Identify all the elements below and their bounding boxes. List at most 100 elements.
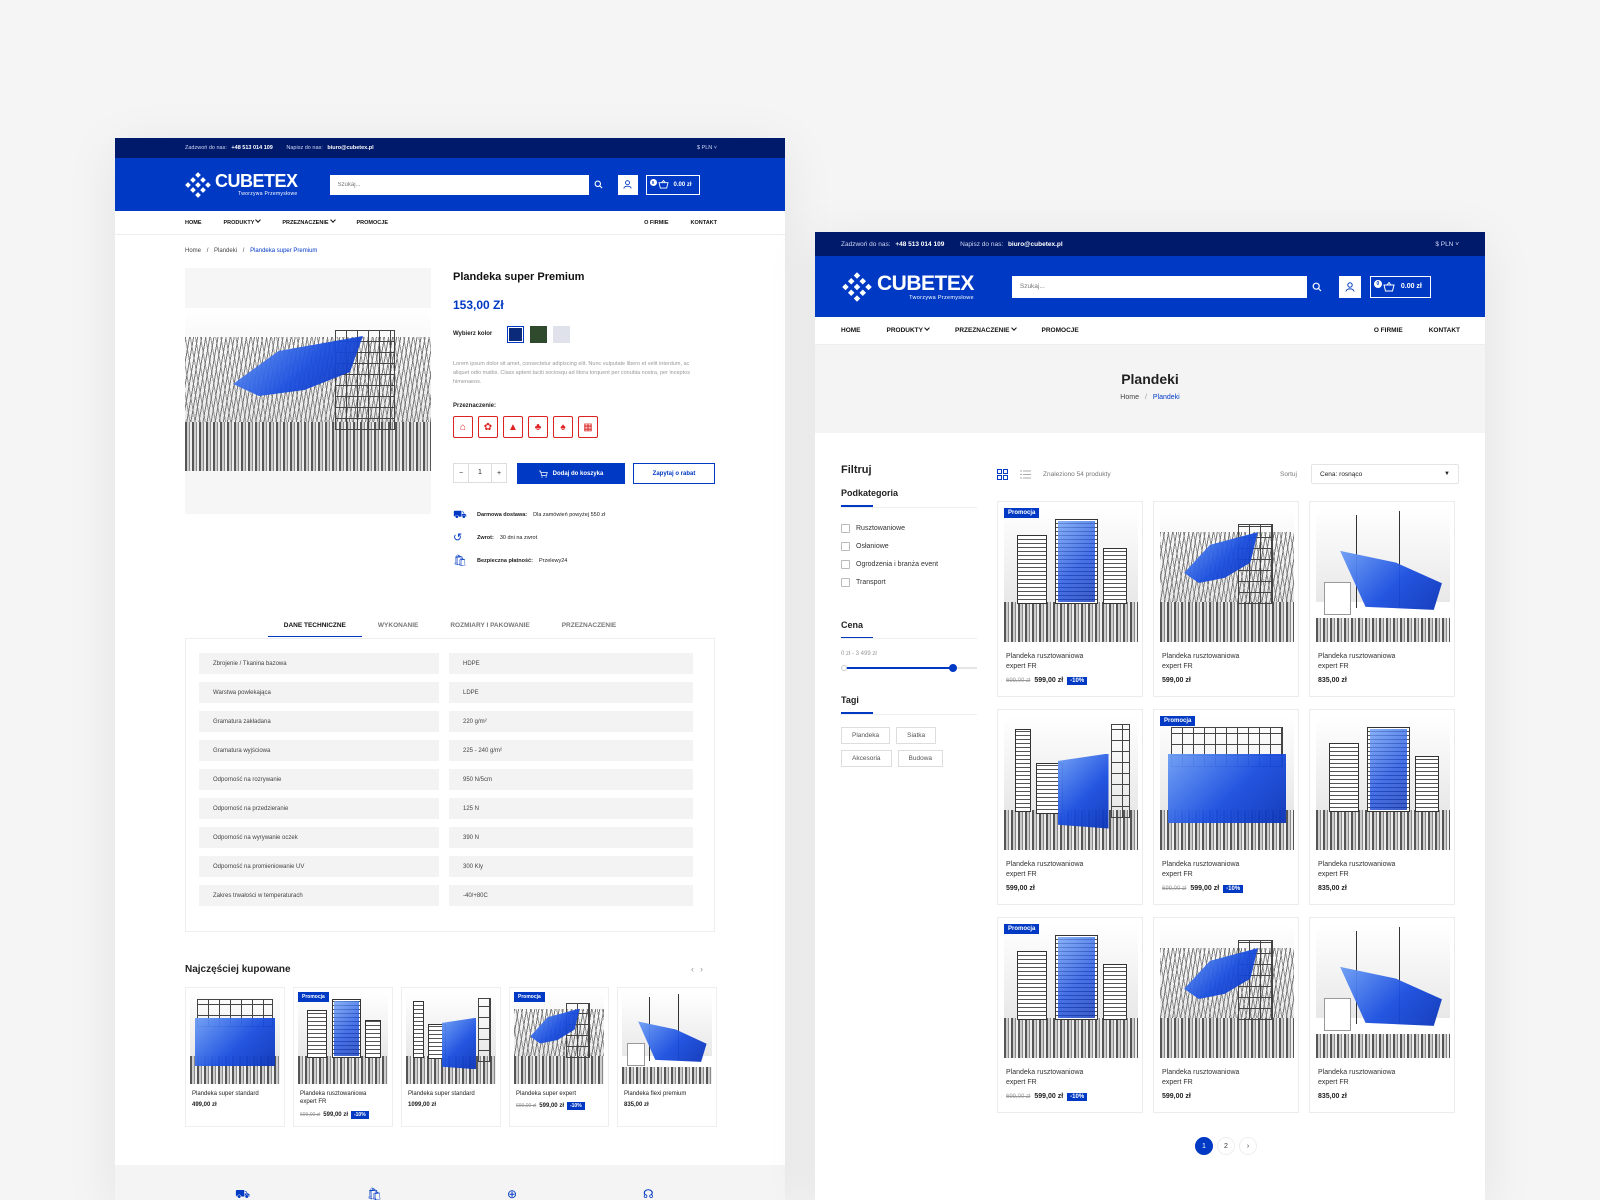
subcategory-item[interactable]: Transport [841, 574, 977, 592]
product-card[interactable]: Plandeka rusztowaniowa expert FR 835,00 z… [1309, 501, 1455, 697]
product-name[interactable]: Plandeka super standard [406, 1090, 480, 1098]
spec-row: Odporność na rozrywanie 950 N/5cm [199, 769, 701, 790]
product-card[interactable]: Promocja Plandeka rusztowaniowa expert FR… [997, 501, 1143, 697]
product-card[interactable]: Plandeka rusztowaniowa expert FR 599,00 z… [997, 709, 1143, 905]
swatch-navy[interactable] [507, 326, 524, 343]
breadcrumb-home[interactable]: Home [185, 248, 201, 254]
phone-link[interactable]: +48 513 014 109 [231, 145, 272, 151]
product-card[interactable]: Promocja Plandeka rusztowaniowa expert FR… [997, 917, 1143, 1113]
subcategory-item[interactable]: Osłaniowe [841, 538, 977, 556]
cart-button[interactable]: 0 0.00 zł [645, 174, 700, 195]
carousel-prev-icon[interactable]: ‹ [691, 964, 700, 974]
nav-home[interactable]: HOME [185, 220, 202, 226]
logo[interactable]: CUBETEX Tworzywa Przemysłowe [185, 171, 298, 198]
product-name[interactable]: Plandeka flexi premium [622, 1090, 696, 1098]
checkbox[interactable] [841, 560, 850, 569]
page-2-button[interactable]: 2 [1217, 1137, 1235, 1155]
product-name[interactable]: Plandeka rusztowaniowa expert FR [1004, 652, 1104, 672]
nav-contact[interactable]: KONTAKT [691, 220, 717, 226]
phone-link[interactable]: +48 513 014 109 [895, 241, 944, 248]
tag-siatka[interactable]: Siatka [896, 726, 937, 744]
qty-input[interactable]: 1 [468, 464, 492, 482]
checkbox[interactable] [841, 578, 850, 587]
email-link[interactable]: biuro@cubetex.pl [1008, 241, 1063, 248]
nav-promotions[interactable]: PROMOCJE [1042, 327, 1079, 334]
truck-icon: ⛟ [235, 1187, 251, 1200]
product-gallery[interactable] [185, 268, 431, 514]
ask-discount-button[interactable]: Zapytaj o rabat [633, 463, 715, 484]
nav-purpose[interactable]: PRZEZNACZENIE [955, 325, 1017, 334]
tab-technical-data[interactable]: DANE TECHNICZNE [267, 614, 363, 637]
cart-button[interactable]: 0 0.00 zł [1369, 275, 1431, 298]
logo[interactable]: CUBETEX Tworzywa Przemysłowe [842, 271, 974, 302]
breadcrumb-category[interactable]: Plandeki [214, 248, 237, 254]
bestseller-card[interactable]: Promocja Plandeka rusztowaniowa expert FR… [293, 987, 393, 1127]
nav-purpose[interactable]: PRZEZNACZENIE [282, 216, 336, 226]
price-slider-min-handle[interactable] [841, 665, 847, 671]
checkbox[interactable] [841, 542, 850, 551]
product-name[interactable]: Plandeka super expert [514, 1090, 588, 1098]
sort-select[interactable]: Cena: rosnąco ▼ [1311, 464, 1459, 484]
price-slider[interactable] [841, 661, 977, 675]
grid-view-icon[interactable] [997, 468, 1008, 480]
product-name[interactable]: Plandeka rusztowaniowa expert FR [1004, 1068, 1104, 1088]
swatch-green[interactable] [530, 326, 547, 343]
product-name[interactable]: Plandeka rusztowaniowa expert FR [1316, 860, 1416, 880]
product-name[interactable]: Plandeka rusztowaniowa expert FR [1316, 1068, 1416, 1088]
subcategory-item[interactable]: Rusztowaniowe [841, 520, 977, 538]
next-page-button[interactable]: › [1239, 1137, 1257, 1155]
cart-total: 0.00 zł [1400, 283, 1422, 290]
nav-products[interactable]: PRODUKTY [887, 325, 930, 334]
tab-execution[interactable]: WYKONANIE [362, 614, 434, 637]
search-button[interactable] [587, 174, 608, 195]
product-card[interactable]: Plandeka rusztowaniowa expert FR 599,00 z… [1153, 917, 1299, 1113]
swatch-light[interactable] [553, 326, 570, 343]
product-name[interactable]: Plandeka rusztowaniowa expert FR [1316, 652, 1416, 672]
search-button[interactable] [1305, 275, 1328, 298]
search-input[interactable] [329, 174, 588, 195]
bestseller-card[interactable]: Plandeka super standard 1099,00 zł [401, 987, 501, 1127]
breadcrumb-home[interactable]: Home [1120, 394, 1139, 401]
add-to-cart-button[interactable]: Dodaj do koszyka [517, 463, 625, 484]
nav-contact[interactable]: KONTAKT [1429, 327, 1460, 334]
subcategory-item[interactable]: Ogrodzenia i branża event [841, 556, 977, 574]
nav-about[interactable]: O FIRMIE [644, 220, 668, 226]
qty-decrease-button[interactable]: − [454, 470, 468, 477]
nav-home[interactable]: HOME [841, 327, 861, 334]
list-view-icon[interactable] [1020, 469, 1031, 480]
tag-akcesoria[interactable]: Akcesoria [841, 749, 892, 767]
product-name[interactable]: Plandeka rusztowaniowa expert FR [1004, 860, 1104, 880]
product-name[interactable]: Plandeka rusztowaniowa expert FR [1160, 860, 1260, 880]
tag-budowa[interactable]: Budowa [897, 749, 944, 767]
product-card[interactable]: Promocja Plandeka rusztowaniowa expert FR… [1153, 709, 1299, 905]
bestseller-card[interactable]: Promocja Plandeka super expert 699,00 zł 59… [509, 987, 609, 1127]
search-input[interactable] [1011, 275, 1306, 298]
product-card[interactable]: Plandeka rusztowaniowa expert FR 835,00 z… [1309, 917, 1455, 1113]
page-1-button[interactable]: 1 [1195, 1137, 1213, 1155]
account-button[interactable] [1338, 275, 1361, 298]
carousel-next-icon[interactable]: › [700, 964, 709, 974]
product-name[interactable]: Plandeka super standard [190, 1090, 264, 1098]
nav-promotions[interactable]: PROMOCJE [357, 220, 388, 226]
qty-increase-button[interactable]: + [492, 470, 506, 477]
breadcrumb-separator: / [1144, 394, 1147, 401]
product-name[interactable]: Plandeka rusztowaniowa expert FR [298, 1090, 372, 1107]
nav-products[interactable]: PRODUKTY [224, 216, 262, 226]
account-button[interactable] [617, 174, 638, 195]
product-card[interactable]: Plandeka rusztowaniowa expert FR 835,00 z… [1309, 709, 1455, 905]
bestseller-card[interactable]: Plandeka flexi premium 835,00 zł [617, 987, 717, 1127]
nav-about[interactable]: O FIRMIE [1374, 327, 1403, 334]
bestseller-card[interactable]: Plandeka super standard 499,00 zł [185, 987, 285, 1127]
tab-purpose[interactable]: PRZEZNACZENIE [546, 614, 633, 637]
product-card[interactable]: Plandeka rusztowaniowa expert FR 599,00 z… [1153, 501, 1299, 697]
product-name[interactable]: Plandeka rusztowaniowa expert FR [1160, 652, 1260, 672]
currency-select[interactable]: $ PLN ˅ [697, 145, 717, 151]
checkbox[interactable] [841, 524, 850, 533]
email-link[interactable]: biuro@cubetex.pl [327, 145, 373, 151]
price-slider-max-handle[interactable] [949, 664, 957, 672]
tab-sizes-packaging[interactable]: ROZMIARY I PAKOWANIE [434, 614, 545, 637]
tag-plandeka[interactable]: Plandeka [841, 726, 891, 744]
spec-name: Odporność na promieniowanie UV [199, 856, 439, 877]
product-name[interactable]: Plandeka rusztowaniowa expert FR [1160, 1068, 1260, 1088]
currency-select[interactable]: $ PLN ˅ [1435, 241, 1459, 248]
